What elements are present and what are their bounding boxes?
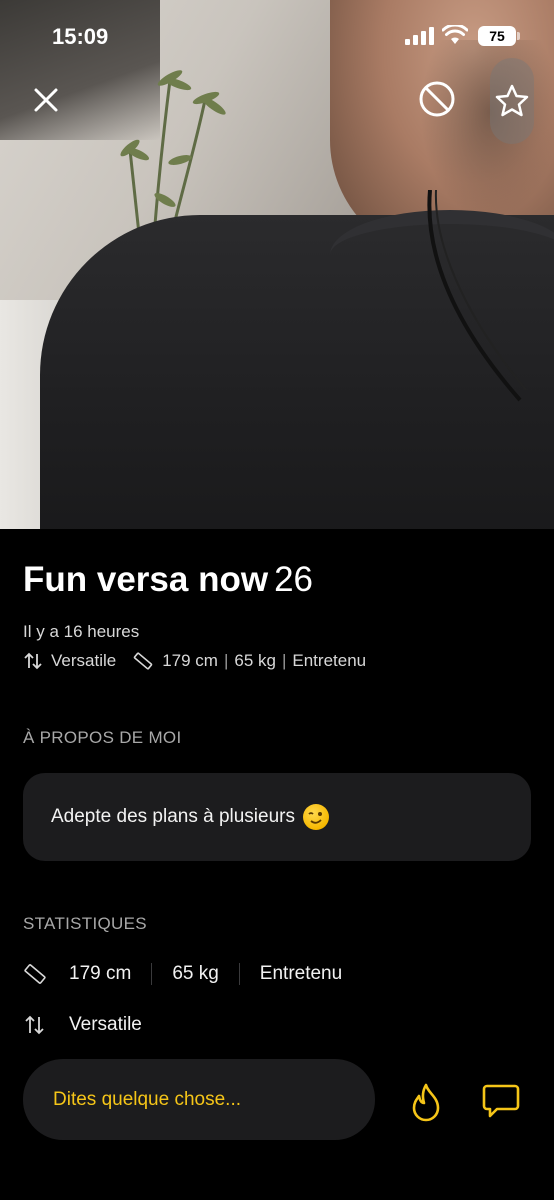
summary-weight: 65 kg <box>234 651 276 670</box>
message-input[interactable] <box>23 1059 375 1140</box>
message-button[interactable] <box>478 1078 524 1124</box>
ruler-icon <box>133 652 153 670</box>
separator: | <box>281 651 287 670</box>
last-seen: Il y a 16 heures <box>23 622 140 641</box>
profile-summary: Versatile 179 cm | 65 kg | Entretenu <box>23 651 366 671</box>
wink-emoji-icon <box>303 804 329 830</box>
stats-weight: 65 kg <box>172 963 219 984</box>
battery-indicator: 75 <box>478 26 516 46</box>
wifi-icon <box>442 25 468 44</box>
block-button[interactable] <box>414 76 460 122</box>
summary-position: Versatile <box>51 651 117 670</box>
about-card: Adepte des plans à plusieurs <box>23 773 531 861</box>
about-section-title: À PROPOS DE MOI <box>23 728 182 747</box>
battery-tip <box>517 32 520 40</box>
divider <box>151 963 153 985</box>
profile-photo[interactable] <box>0 0 554 529</box>
favorite-button[interactable] <box>490 58 534 144</box>
arrows-updown-icon <box>24 652 42 670</box>
profile-name: Fun versa now <box>23 560 269 599</box>
summary-height: 179 cm <box>162 651 218 670</box>
close-icon <box>34 88 58 112</box>
arrows-updown-icon <box>25 1015 44 1035</box>
divider <box>238 963 240 985</box>
signal-icon <box>405 27 434 45</box>
stats-measurements: 179 cm 65 kg Entretenu <box>23 962 342 986</box>
close-button[interactable] <box>24 78 68 122</box>
stats-body-type: Entretenu <box>259 963 343 984</box>
status-bar: 15:09 75 <box>0 0 554 70</box>
separator: | <box>223 651 229 670</box>
photo-necklace <box>427 190 527 402</box>
stats-height: 179 cm <box>69 963 132 984</box>
flame-icon <box>412 1083 440 1122</box>
block-icon <box>419 81 455 117</box>
status-time: 15:09 <box>52 24 109 49</box>
stats-position-value: Versatile <box>69 1014 142 1035</box>
star-icon <box>495 84 529 117</box>
summary-body-type: Entretenu <box>292 651 367 670</box>
about-text: Adepte des plans à plusieurs <box>51 806 295 827</box>
tap-button[interactable] <box>404 1080 448 1124</box>
profile-header: Fun versa now 26 <box>23 560 313 600</box>
chat-bubble-icon <box>482 1084 520 1118</box>
ruler-icon <box>24 964 46 984</box>
chat-bar <box>23 1059 375 1140</box>
profile-age: 26 <box>274 560 313 599</box>
stats-position: Versatile <box>23 1014 142 1036</box>
stats-section-title: STATISTIQUES <box>23 914 147 933</box>
